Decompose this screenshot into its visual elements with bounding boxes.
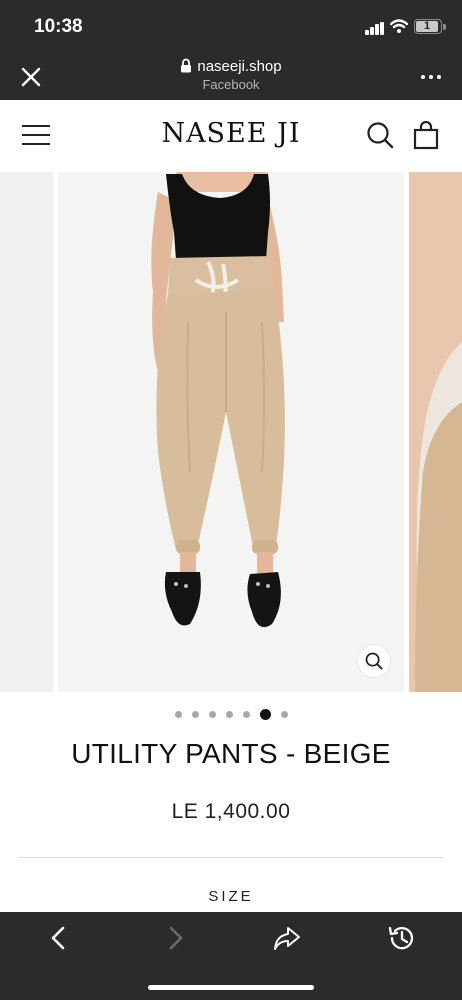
divider bbox=[18, 857, 444, 858]
product-price: LE 1,400.00 bbox=[171, 800, 291, 823]
gallery-dot[interactable] bbox=[191, 711, 199, 719]
status-bar: 10:38 1 bbox=[0, 0, 462, 54]
gallery-dot[interactable] bbox=[280, 711, 288, 719]
hamburger-icon[interactable] bbox=[22, 124, 50, 146]
product-title: UTILITY PANTS - BEIGE bbox=[71, 738, 391, 769]
shopping-bag-icon[interactable] bbox=[413, 120, 439, 150]
battery-tip bbox=[443, 24, 446, 30]
product-photo bbox=[58, 172, 404, 692]
gallery-dot[interactable] bbox=[208, 711, 216, 719]
next-photo bbox=[409, 172, 462, 692]
gallery-slide-current[interactable] bbox=[58, 172, 404, 692]
gallery-pagination bbox=[0, 706, 462, 721]
more-icon[interactable] bbox=[420, 72, 442, 82]
history-icon[interactable] bbox=[386, 924, 416, 952]
lock-icon bbox=[181, 58, 192, 73]
battery-level: 1 bbox=[423, 20, 431, 32]
browser-bar: naseeji.shop Facebook bbox=[0, 54, 462, 100]
gallery-dot[interactable] bbox=[174, 711, 182, 719]
wifi-icon bbox=[390, 19, 408, 33]
back-arrow-icon[interactable] bbox=[44, 924, 74, 952]
share-icon[interactable] bbox=[272, 924, 302, 952]
gallery-dot[interactable] bbox=[225, 711, 233, 719]
home-indicator[interactable] bbox=[148, 985, 314, 990]
gallery-dot[interactable] bbox=[242, 711, 250, 719]
gallery-slide-previous[interactable] bbox=[0, 172, 53, 692]
url-source: Facebook bbox=[202, 77, 260, 92]
site-logo[interactable]: NASEE JI bbox=[131, 118, 331, 149]
url-display[interactable]: naseeji.shop Facebook bbox=[0, 58, 462, 92]
search-icon[interactable] bbox=[366, 120, 394, 150]
size-option-label: SIZE bbox=[208, 888, 254, 905]
status-time: 10:38 bbox=[34, 16, 83, 37]
product-gallery[interactable] bbox=[0, 172, 462, 692]
site-header: NASEE JI bbox=[0, 100, 462, 172]
forward-arrow-icon[interactable] bbox=[160, 924, 190, 952]
zoom-icon[interactable] bbox=[357, 644, 391, 678]
battery-icon: 1 bbox=[414, 19, 442, 34]
url-domain: naseeji.shop bbox=[197, 58, 282, 75]
gallery-dot-active[interactable] bbox=[259, 709, 271, 721]
signal-icon bbox=[365, 22, 385, 35]
gallery-slide-next[interactable] bbox=[409, 172, 462, 692]
